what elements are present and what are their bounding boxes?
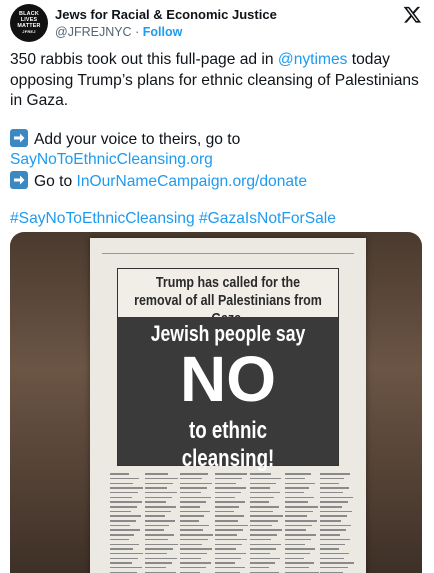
name-column [285,470,319,573]
ad-line-ethnic: to ethnic cleansing! [181,417,275,472]
signatory-names [110,470,354,573]
cta-line-1: Add your voice to theirs, go to [10,128,424,151]
cta-line-2: Go to InOurNameCampaign.org/donate [10,170,424,193]
ad-box: Trump has called for the removal of all … [117,268,339,472]
name-column [110,470,144,573]
account-name[interactable]: Jews for Racial & Economic Justice [55,7,277,22]
tweet-header: BLACK LIVES MATTER JFREJ Jews for Racial… [10,2,424,44]
handle-row: @JFREJNYC · Follow [55,25,182,39]
name-column [320,470,354,573]
avatar[interactable]: BLACK LIVES MATTER JFREJ [10,4,48,42]
hashtag-link[interactable]: #SayNoToEthnicCleansing [10,210,195,227]
right-arrow-emoji-icon [10,170,28,189]
x-logo-icon[interactable] [403,5,422,24]
name-column [180,470,214,573]
ad-line-no: NO [180,343,276,415]
mention-link[interactable]: @nytimes [278,51,348,68]
tweet-photo[interactable]: Trump has called for the removal of all … [10,232,422,573]
follow-button[interactable]: Follow [143,25,183,39]
link-inournamecampaign[interactable]: InOurNameCampaign.org/donate [76,173,307,190]
avatar-logo: BLACK LIVES MATTER JFREJ [17,11,40,35]
avatar-line: JFREJ [22,29,36,34]
cta-text: Add your voice to theirs, go to [34,130,241,148]
account-handle[interactable]: @JFREJNYC [55,25,132,39]
text-segment: 350 rabbis took out this full-page ad in [10,51,278,68]
name-column [145,470,179,573]
tweet-paragraph: 350 rabbis took out this full-page ad in… [10,50,424,112]
right-arrow-emoji-icon [10,128,28,147]
masthead-rule [102,253,354,254]
tweet-text: 350 rabbis took out this full-page ad in… [10,50,424,230]
separator-dot: · [135,25,140,39]
tweet-card: BLACK LIVES MATTER JFREJ Jews for Racial… [0,0,434,573]
hashtag-link[interactable]: #GazaIsNotForSale [199,210,336,227]
hashtags: #SayNoToEthnicCleansing #GazaIsNotForSal… [10,209,424,230]
name-column [215,470,249,573]
newspaper-page: Trump has called for the removal of all … [90,238,366,573]
ad-dark-panel: Jewish people say NO to ethnic cleansing… [118,317,338,472]
name-column [250,470,284,573]
cta-link-line: SayNoToEthnicCleansing.org [10,150,424,171]
cta-text: Go to [34,172,77,190]
link-saynotoethniccleansing[interactable]: SayNoToEthnicCleansing.org [10,151,213,168]
